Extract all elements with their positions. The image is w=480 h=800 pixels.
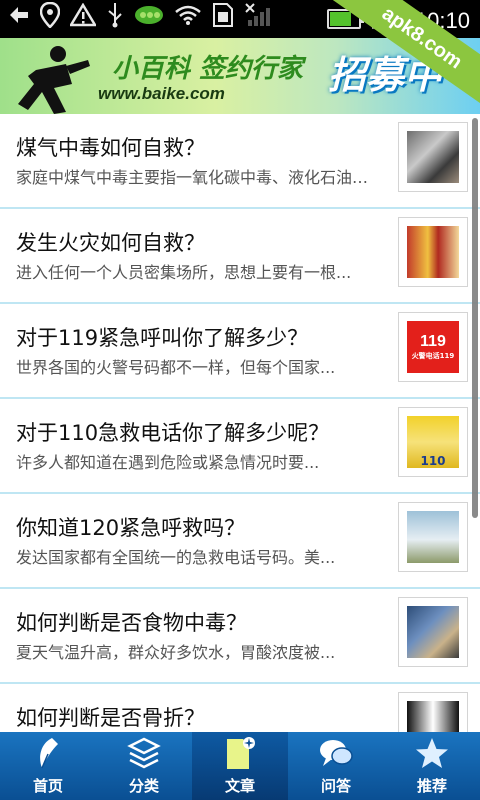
status-icons [8,1,272,37]
nav-label: 推荐 [416,777,447,795]
thumb-110-number: 110 [420,454,446,468]
star-icon [412,735,452,771]
sim-icon [212,2,234,37]
article-thumbnail [398,692,468,732]
signal-icon [244,2,272,37]
pea-icon [134,3,164,36]
nav-item-qa[interactable]: 问答 [288,732,384,800]
runner-silhouette-icon [18,46,90,114]
nav-item-article[interactable]: 文章 [192,732,288,800]
list-item[interactable]: 你知道120紧急呼救吗？ 发达国家都有全国统一的急救电话号码。美... [0,494,480,589]
document-star-icon [220,735,260,771]
article-title: 如何判断是否骨折？ [16,706,205,730]
article-title: 对于110急救电话你了解多少呢？ [16,421,330,445]
thumb-119-number: 119 [420,333,446,350]
list-item[interactable]: 对于119紧急呼叫你了解多少？ 世界各国的火警号码都不一样，但每个国家... 1… [0,304,480,399]
article-thumbnail: 119 火警电话119 [398,312,468,382]
scrollbar[interactable] [472,118,478,518]
article-title: 煤气中毒如何自救？ [16,136,205,160]
feather-icon [28,735,68,771]
article-summary: 许多人都知道在遇到危险或紧急情况时要... [16,453,320,472]
article-summary: 夏天气温升高，群众好多饮水，胃酸浓度被... [16,643,336,662]
article-thumbnail [398,502,468,572]
article-thumbnail: 110 [398,407,468,477]
nav-item-recommend[interactable]: 推荐 [384,732,480,800]
article-thumbnail [398,217,468,287]
list-item[interactable]: 对于110急救电话你了解多少呢？ 许多人都知道在遇到危险或紧急情况时要... 1… [0,399,480,494]
layers-icon [124,735,164,771]
article-summary: 进入任何一个人员密集场所，思想上要有一根... [16,263,352,282]
list-item[interactable]: 发生火灾如何自救？ 进入任何一个人员密集场所，思想上要有一根... [0,209,480,304]
chat-bubble-icon [316,735,356,771]
nav-label: 问答 [320,777,351,795]
banner-title: 小百科 签约行家 [112,54,304,84]
nav-item-home[interactable]: 首页 [0,732,96,800]
article-title: 你知道120紧急呼救吗？ [16,516,246,540]
article-summary: 发达国家都有全国统一的急救电话号码。美... [16,548,336,567]
bottom-nav: 首页 分类 文章 问答 推荐 [0,732,480,800]
back-icon [8,4,30,35]
wifi-icon [174,4,202,35]
article-list[interactable]: 煤气中毒如何自救？ 家庭中煤气中毒主要指一氧化碳中毒、液化石油气... 发生火灾… [0,114,480,732]
list-item[interactable]: 煤气中毒如何自救？ 家庭中煤气中毒主要指一氧化碳中毒、液化石油气... [0,114,480,209]
banner-url: www.baike.com [98,84,225,103]
list-item[interactable]: 如何判断是否食物中毒？ 夏天气温升高，群众好多饮水，胃酸浓度被... [0,589,480,684]
article-summary: 世界各国的火警号码都不一样，但每个国家... [16,358,336,377]
nav-item-category[interactable]: 分类 [96,732,192,800]
thumb-119-caption: 火警电话119 [411,352,455,360]
location-icon [39,1,61,37]
nav-label: 首页 [32,777,63,795]
article-title: 对于119紧急呼叫你了解多少？ [16,326,309,350]
list-item[interactable]: 如何判断是否骨折？ [0,684,480,732]
nav-label: 文章 [224,777,255,795]
article-title: 如何判断是否食物中毒？ [16,611,247,635]
nav-label: 分类 [128,777,159,795]
article-title: 发生火灾如何自救？ [16,231,205,255]
article-thumbnail [398,122,468,192]
article-thumbnail [398,597,468,667]
warning-icon [68,2,98,36]
article-summary: 家庭中煤气中毒主要指一氧化碳中毒、液化石油气... [16,168,378,187]
usb-icon [106,2,124,37]
